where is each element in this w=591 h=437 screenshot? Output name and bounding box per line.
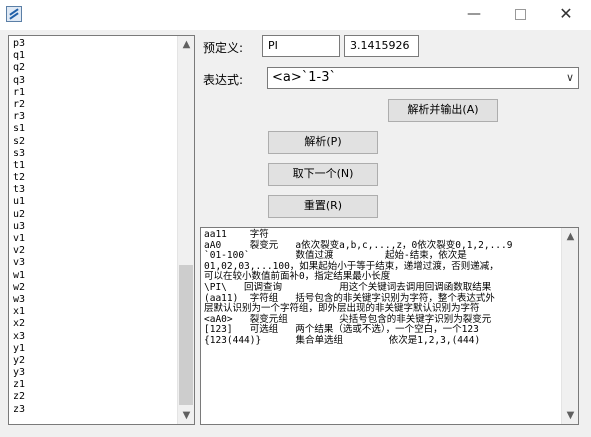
list-item[interactable]: t1 xyxy=(13,160,173,172)
list-item[interactable]: u2 xyxy=(13,209,173,221)
list-item[interactable]: q1 xyxy=(13,50,173,62)
expression-combobox[interactable]: <a>`1-3` ∨ xyxy=(267,67,579,89)
list-item[interactable]: v2 xyxy=(13,245,173,257)
minimize-button[interactable]: — xyxy=(451,0,497,30)
list-item[interactable]: u1 xyxy=(13,196,173,208)
maximize-icon xyxy=(514,8,526,20)
variable-list[interactable]: p3 q1 q2 q3 r1 r2 r3 s1 s2 s3 t1 t2 t3 u1 u2 u3 v1 v2 v3 w1… xyxy=(8,35,195,425)
list-item[interactable]: w2 xyxy=(13,282,173,294)
predef-label: 预定义: xyxy=(203,41,244,55)
list-item[interactable]: y1 xyxy=(13,343,173,355)
variable-list-items: p3 q1 q2 q3 r1 r2 r3 s1 s2 s3 t1 t2 t3 u1 u2 u3 v1 v2 v3 w1… xyxy=(13,38,173,416)
title-bar: — ✕ xyxy=(0,0,591,30)
parse-output-button[interactable]: 解析并输出(A) xyxy=(388,99,498,122)
app-icon xyxy=(6,6,22,22)
list-item[interactable]: x2 xyxy=(13,318,173,330)
list-item[interactable]: v1 xyxy=(13,233,173,245)
list-item[interactable]: r2 xyxy=(13,99,173,111)
scroll-up-icon[interactable]: ▲ xyxy=(178,36,195,53)
help-line: \PI\ 回调查询 用这个关键词去调用回调函数取结果 xyxy=(204,281,492,293)
list-item[interactable]: r3 xyxy=(13,111,173,123)
list-item[interactable]: z3 xyxy=(13,404,173,416)
list-item[interactable]: y3 xyxy=(13,367,173,379)
memo-scrollbar[interactable]: ▲ ▼ xyxy=(561,228,578,424)
list-item[interactable]: q2 xyxy=(13,62,173,74)
predef-name-field[interactable]: PI xyxy=(262,35,340,57)
list-item[interactable]: z2 xyxy=(13,391,173,403)
predef-value-field[interactable]: 3.1415926 xyxy=(344,35,419,57)
list-item[interactable]: z1 xyxy=(13,379,173,391)
list-item[interactable]: x1 xyxy=(13,306,173,318)
list-item[interactable]: t3 xyxy=(13,184,173,196)
list-item[interactable]: t2 xyxy=(13,172,173,184)
list-item[interactable]: s3 xyxy=(13,148,173,160)
help-line: aa11 字符 xyxy=(204,229,269,240)
scroll-up-icon[interactable]: ▲ xyxy=(562,228,578,245)
expr-label: 表达式: xyxy=(203,73,244,87)
expression-value: <a>`1-3` xyxy=(272,70,336,85)
list-item[interactable]: r1 xyxy=(13,87,173,99)
reset-button[interactable]: 重置(R) xyxy=(268,195,378,218)
chevron-down-icon[interactable]: ∨ xyxy=(566,71,574,84)
next-button[interactable]: 取下一个(N) xyxy=(268,163,378,186)
list-scroll-thumb[interactable] xyxy=(179,265,193,405)
close-button[interactable]: ✕ xyxy=(543,0,589,30)
parse-button[interactable]: 解析(P) xyxy=(268,131,378,154)
list-item[interactable]: v3 xyxy=(13,257,173,269)
help-textarea[interactable]: aa11 字符 aA0 裂变元 a依次裂变a,b,c,...,z，0依次裂变0,1… xyxy=(200,227,579,425)
list-item[interactable]: s2 xyxy=(13,136,173,148)
list-item[interactable]: s1 xyxy=(13,123,173,135)
maximize-button[interactable] xyxy=(497,0,543,30)
list-scrollbar[interactable]: ▲ ▼ xyxy=(177,36,194,424)
list-item[interactable]: p3 xyxy=(13,38,173,50)
help-text: aa11 字符 aA0 裂变元 a依次裂变a,b,c,...,z，0依次裂变0,1… xyxy=(204,229,559,347)
list-item[interactable]: u3 xyxy=(13,221,173,233)
scroll-down-icon[interactable]: ▼ xyxy=(562,407,578,424)
list-item[interactable]: x3 xyxy=(13,331,173,343)
list-item[interactable]: q3 xyxy=(13,75,173,87)
list-item[interactable]: w1 xyxy=(13,270,173,282)
list-item[interactable]: y2 xyxy=(13,355,173,367)
help-line: {123(444)} 集合单选组 依次是1,2,3,(444) xyxy=(204,334,481,346)
scroll-down-icon[interactable]: ▼ xyxy=(178,407,195,424)
list-item[interactable]: w3 xyxy=(13,294,173,306)
